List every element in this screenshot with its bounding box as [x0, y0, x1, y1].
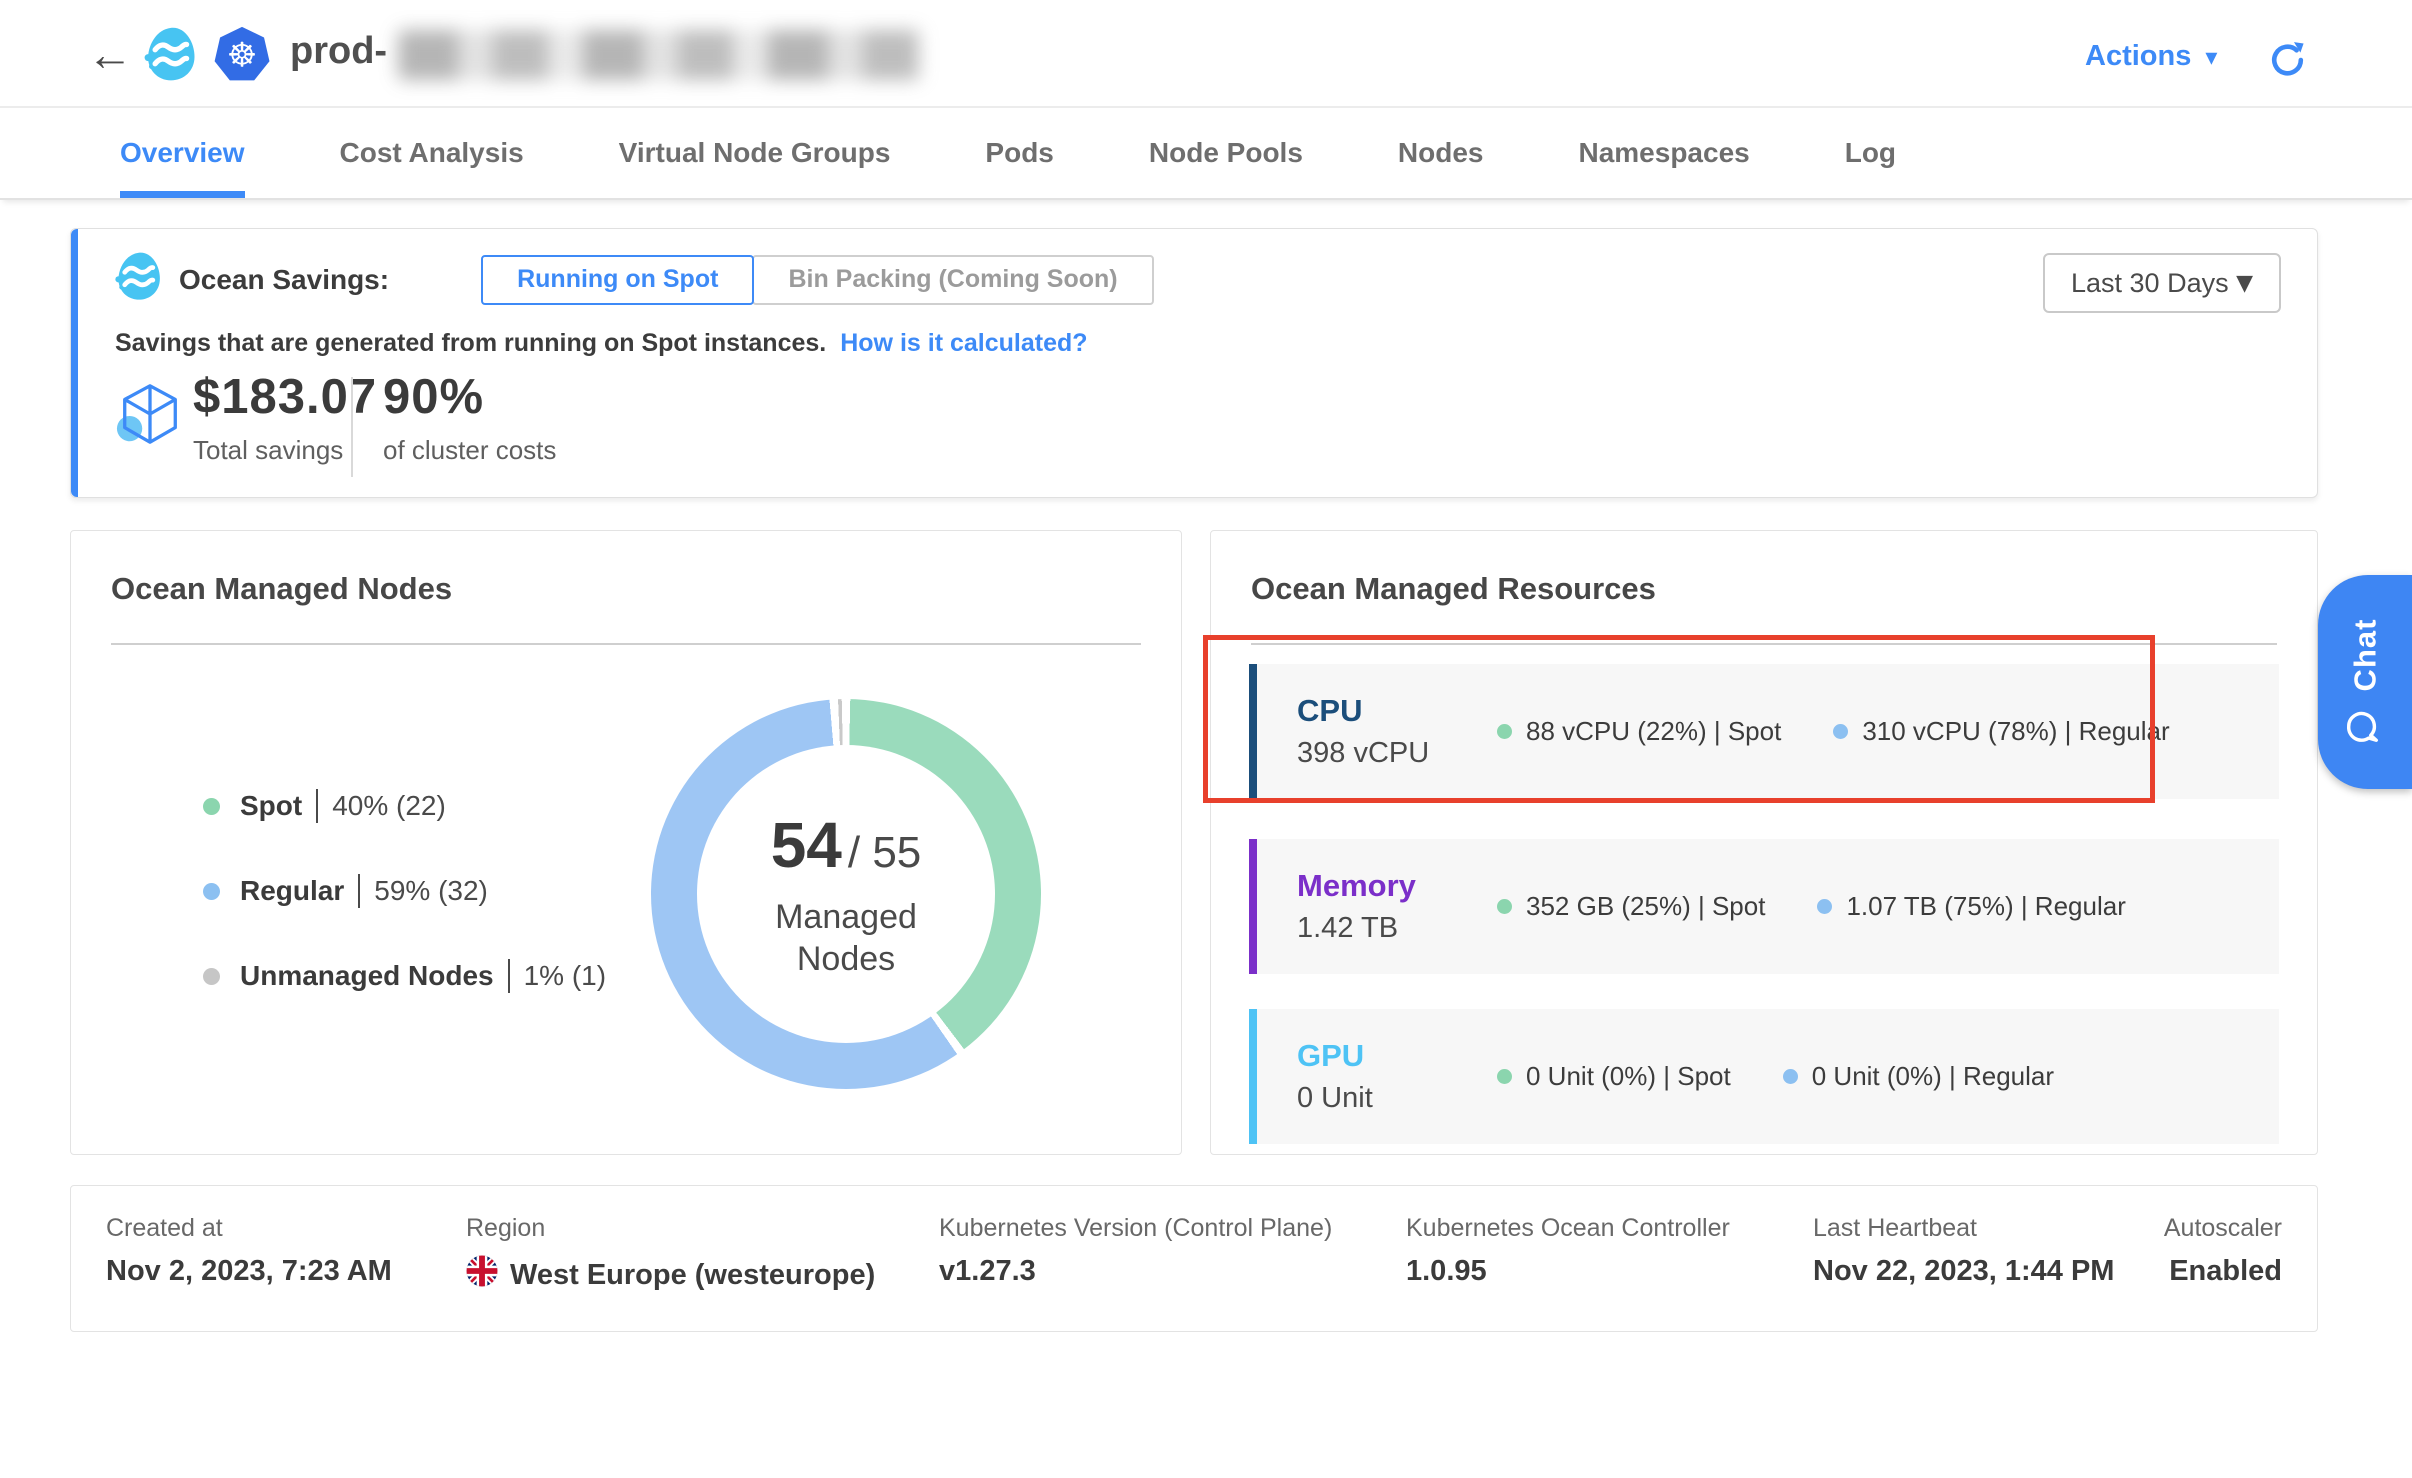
- divider: [1251, 643, 2277, 645]
- memory-label: Memory: [1297, 868, 1497, 904]
- divider: [358, 874, 360, 908]
- tab-virtual-node-groups[interactable]: Virtual Node Groups: [619, 108, 891, 198]
- wave-icon: [113, 251, 163, 308]
- tab-node-pools[interactable]: Node Pools: [1149, 108, 1303, 198]
- region-field: Region West Europe (westeurope): [466, 1214, 875, 1295]
- actions-label: Actions: [2085, 40, 2191, 73]
- regular-dot-icon: [1817, 899, 1832, 914]
- gpu-spot-stat: 0 Unit (0%) | Spot: [1497, 1061, 1731, 1092]
- memory-total: 1.42 TB: [1297, 912, 1497, 945]
- legend-item-spot: Spot 40% (22): [203, 783, 606, 829]
- regular-dot-icon: [203, 883, 220, 900]
- page-title: prod-: [290, 30, 387, 73]
- panel-accent-bar: [71, 229, 78, 497]
- chat-button[interactable]: Chat: [2318, 575, 2412, 789]
- savings-mode-toggle: Running on Spot Bin Packing (Coming Soon…: [481, 255, 1154, 305]
- cpu-regular-stat: 310 vCPU (78%) | Regular: [1833, 716, 2169, 747]
- gpu-total: 0 Unit: [1297, 1082, 1497, 1115]
- regular-dot-icon: [1833, 724, 1848, 739]
- k8s-version-field: Kubernetes Version (Control Plane) v1.27…: [939, 1214, 1332, 1288]
- spot-dot-icon: [203, 798, 220, 815]
- header: ← ☸ prod- Actions ▾: [0, 0, 2412, 108]
- nodes-legend: Spot 40% (22) Regular 59% (32) Unmanaged…: [203, 783, 606, 999]
- chevron-down-icon: ▼: [2236, 271, 2253, 296]
- svg-text:☸: ☸: [227, 35, 257, 74]
- donut-caption: Managed Nodes: [775, 896, 917, 981]
- cluster-info-bar: Created at Nov 2, 2023, 7:23 AM Region: [70, 1185, 2318, 1332]
- tab-pods[interactable]: Pods: [985, 108, 1053, 198]
- legend-item-unmanaged: Unmanaged Nodes 1% (1): [203, 953, 606, 999]
- resource-row-cpu: CPU 398 vCPU 88 vCPU (22%) | Spot 310 vC…: [1249, 664, 2279, 799]
- back-arrow-icon[interactable]: ←: [84, 28, 136, 80]
- created-at-field: Created at Nov 2, 2023, 7:23 AM: [106, 1214, 392, 1288]
- chevron-down-icon: ▾: [2205, 43, 2217, 71]
- tab-nodes[interactable]: Nodes: [1398, 108, 1484, 198]
- bin-packing-button[interactable]: Bin Packing (Coming Soon): [752, 255, 1153, 305]
- tab-cost-analysis[interactable]: Cost Analysis: [340, 108, 524, 198]
- chat-label: Chat: [2347, 619, 2383, 692]
- legend-item-regular: Regular 59% (32): [203, 868, 606, 914]
- how-calculated-link[interactable]: How is it calculated?: [840, 329, 1087, 357]
- spot-dot-icon: [1497, 899, 1512, 914]
- ocean-controller-field: Kubernetes Ocean Controller 1.0.95: [1406, 1214, 1730, 1288]
- uk-flag-icon: [466, 1255, 498, 1295]
- gpu-regular-stat: 0 Unit (0%) | Regular: [1783, 1061, 2054, 1092]
- cpu-label: CPU: [1297, 693, 1497, 729]
- card-title: Ocean Managed Nodes: [111, 571, 452, 607]
- memory-accent-bar: [1249, 839, 1257, 974]
- total-savings-value: $183.07: [193, 369, 377, 425]
- divider: [316, 789, 318, 823]
- managed-nodes-total: / 55: [848, 828, 921, 878]
- tab-log[interactable]: Log: [1845, 108, 1896, 198]
- ocean-logo-icon: [142, 26, 198, 89]
- resource-row-memory: Memory 1.42 TB 352 GB (25%) | Spot 1.07 …: [1249, 839, 2279, 974]
- ocean-managed-resources-card: Ocean Managed Resources CPU 398 vCPU 88 …: [1210, 530, 2318, 1155]
- memory-regular-stat: 1.07 TB (75%) | Regular: [1817, 891, 2125, 922]
- running-on-spot-button[interactable]: Running on Spot: [481, 255, 754, 305]
- cluster-name-redacted: [398, 30, 920, 80]
- memory-spot-stat: 352 GB (25%) | Spot: [1497, 891, 1765, 922]
- donut-center: 54 / 55 Managed Nodes: [697, 745, 995, 1043]
- savings-description: Savings that are generated from running …: [115, 329, 1088, 358]
- ocean-savings-panel: Ocean Savings: Running on Spot Bin Packi…: [70, 228, 2318, 498]
- last-heartbeat-field: Last Heartbeat Nov 22, 2023, 1:44 PM: [1813, 1214, 2114, 1288]
- gpu-label: GPU: [1297, 1038, 1497, 1074]
- divider: [508, 959, 510, 993]
- divider: [111, 643, 1141, 645]
- chat-bubble-icon: [2344, 707, 2387, 745]
- cpu-accent-bar: [1249, 664, 1257, 799]
- period-select[interactable]: Last 30 Days ▼: [2043, 253, 2281, 313]
- resource-row-gpu: GPU 0 Unit 0 Unit (0%) | Spot 0 Unit (0%…: [1249, 1009, 2279, 1144]
- cpu-spot-stat: 88 vCPU (22%) | Spot: [1497, 716, 1781, 747]
- ocean-savings-label: Ocean Savings:: [179, 264, 389, 296]
- regular-dot-icon: [1783, 1069, 1798, 1084]
- ocean-cluster-overview-page: ← ☸ prod- Actions ▾: [0, 0, 2412, 1478]
- savings-cube-icon: [115, 379, 185, 454]
- tab-namespaces[interactable]: Namespaces: [1578, 108, 1749, 198]
- refresh-icon[interactable]: [2266, 38, 2310, 82]
- savings-percent-label: of cluster costs: [383, 435, 556, 466]
- tab-overview[interactable]: Overview: [120, 108, 245, 198]
- spot-dot-icon: [1497, 1069, 1512, 1084]
- ocean-managed-nodes-card: Ocean Managed Nodes Spot 40% (22) Regula…: [70, 530, 1182, 1155]
- tab-bar: Overview Cost Analysis Virtual Node Grou…: [0, 108, 2412, 200]
- savings-percent-value: 90%: [383, 369, 556, 425]
- card-title: Ocean Managed Resources: [1251, 571, 1656, 607]
- divider: [351, 377, 353, 477]
- managed-nodes-count: 54: [771, 808, 842, 882]
- kubernetes-icon: ☸: [212, 24, 272, 91]
- unmanaged-dot-icon: [203, 968, 220, 985]
- spot-dot-icon: [1497, 724, 1512, 739]
- actions-button[interactable]: Actions ▾: [2085, 40, 2217, 73]
- total-savings-label: Total savings: [193, 435, 377, 466]
- gpu-accent-bar: [1249, 1009, 1257, 1144]
- managed-nodes-donut-chart: 54 / 55 Managed Nodes: [651, 699, 1041, 1089]
- period-value: Last 30 Days: [2071, 268, 2229, 299]
- cpu-total: 398 vCPU: [1297, 737, 1497, 770]
- autoscaler-field: Autoscaler Enabled: [2164, 1214, 2282, 1288]
